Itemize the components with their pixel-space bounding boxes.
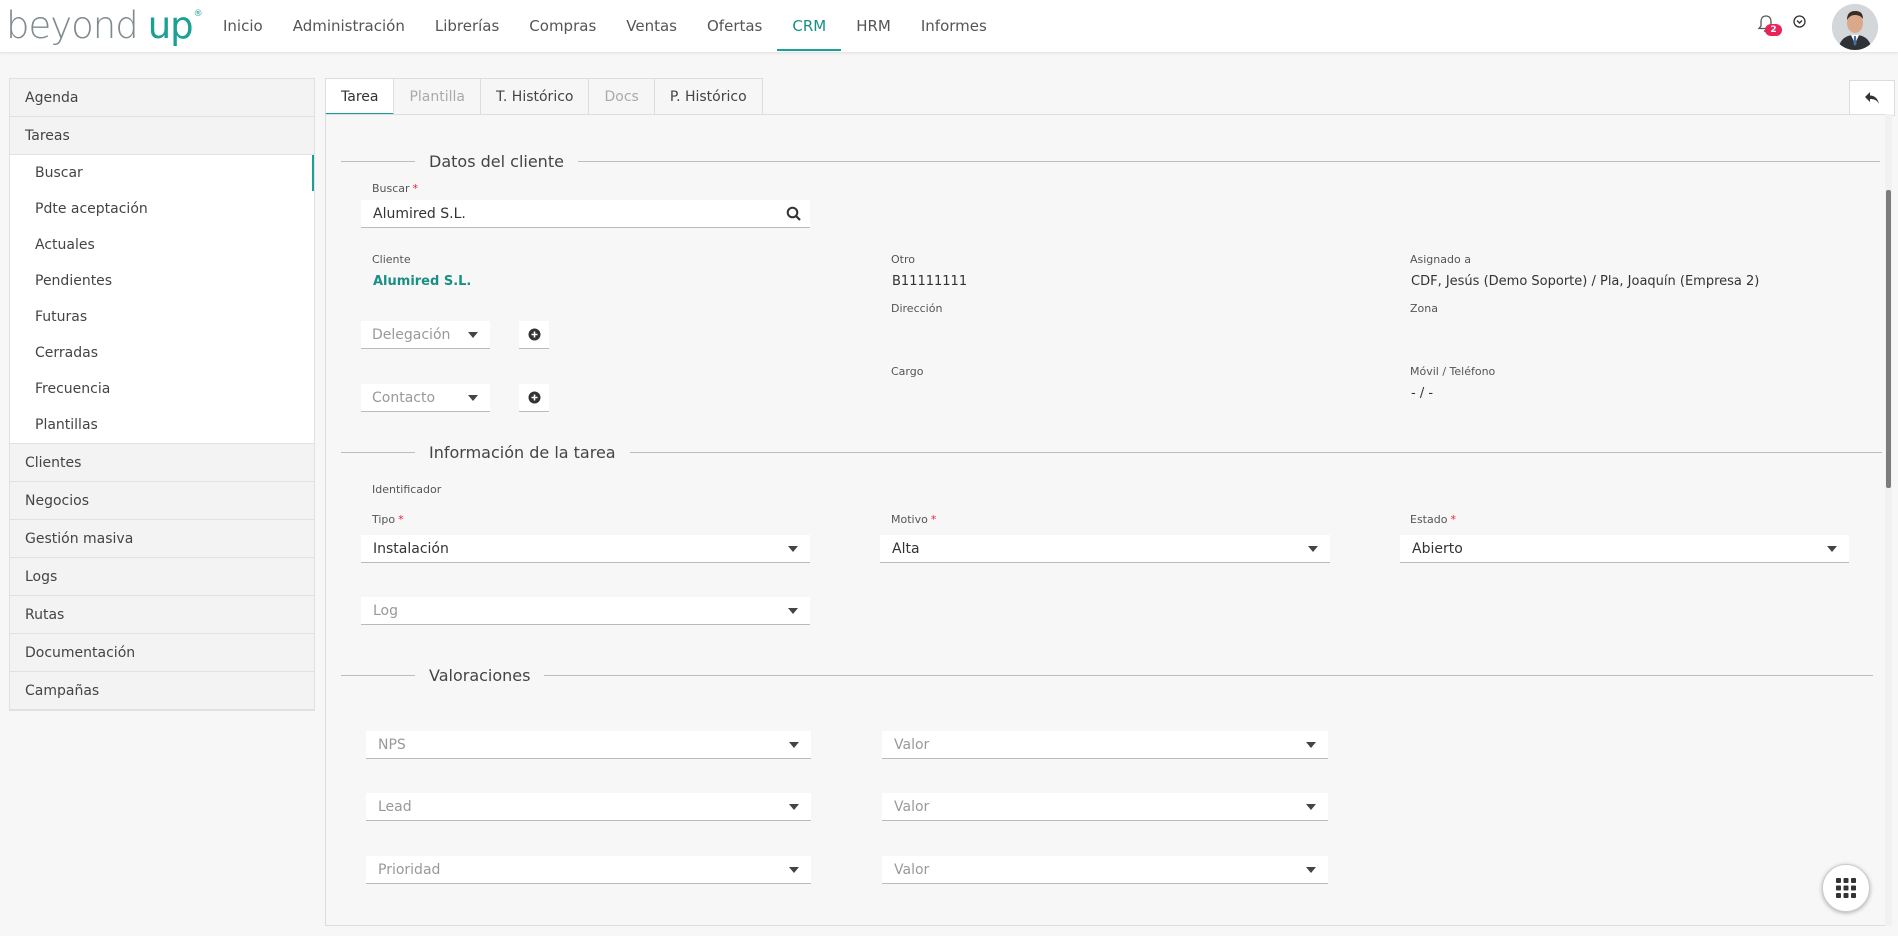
scrollbar-thumb[interactable]	[1886, 190, 1891, 488]
sidebar-section-agenda[interactable]: Agenda	[10, 79, 314, 117]
sidebar-section-logs[interactable]: Logs	[10, 558, 314, 596]
chevron-down-icon	[1306, 742, 1316, 748]
sidebar-item-pdte-aceptacion[interactable]: Pdte aceptación	[10, 191, 314, 227]
content-tabs: Tarea Plantilla T. Histórico Docs P. His…	[325, 78, 763, 115]
lead-select[interactable]: Lead	[366, 793, 811, 821]
nav-compras[interactable]: Compras	[514, 0, 611, 53]
delegacion-select[interactable]: Delegación	[361, 321, 490, 349]
logo[interactable]: beyond up ®	[6, 4, 203, 48]
sidebar-section-documentacion[interactable]: Documentación	[10, 634, 314, 672]
sidebar-section-clientes[interactable]: Clientes	[10, 444, 314, 482]
plus-circle-icon	[528, 328, 540, 341]
nav-ventas[interactable]: Ventas	[611, 0, 692, 53]
sidebar-item-plantillas[interactable]: Plantillas	[10, 407, 314, 443]
tab-plantilla[interactable]: Plantilla	[394, 78, 481, 115]
estado-label: Estado *	[1410, 513, 1456, 526]
section-datos-cliente: Datos del cliente	[341, 151, 1880, 171]
zona-label: Zona	[1410, 302, 1438, 315]
section-title: Información de la tarea	[429, 442, 616, 462]
log-select[interactable]: Log	[361, 597, 810, 625]
sidebar-section-campanas[interactable]: Campañas	[10, 672, 314, 710]
chevron-down-icon	[789, 742, 799, 748]
motivo-label: Motivo *	[891, 513, 937, 526]
sidebar-section-negocios[interactable]: Negocios	[10, 482, 314, 520]
chevron-down-icon	[1827, 546, 1837, 552]
sidebar-item-frecuencia[interactable]: Frecuencia	[10, 371, 314, 407]
lead-valor-select[interactable]: Valor	[882, 793, 1328, 821]
tipo-label: Tipo *	[372, 513, 404, 526]
sidebar: Agenda Tareas Buscar Pdte aceptación Act…	[9, 78, 315, 711]
apps-grid-icon	[1836, 878, 1856, 898]
tipo-select[interactable]: Instalación	[361, 535, 810, 563]
chevron-down-icon	[1306, 804, 1316, 810]
tab-tarea[interactable]: Tarea	[325, 78, 395, 115]
section-valoraciones: Valoraciones	[341, 665, 1874, 685]
sidebar-item-futuras[interactable]: Futuras	[10, 299, 314, 335]
otro-label: Otro	[891, 253, 915, 266]
chevron-down-icon	[468, 395, 478, 401]
notification-badge: 2	[1765, 24, 1782, 36]
tab-p-historico[interactable]: P. Histórico	[654, 78, 763, 115]
search-icon[interactable]	[786, 206, 802, 222]
sidebar-item-buscar[interactable]: Buscar	[10, 155, 314, 191]
section-title: Valoraciones	[429, 665, 531, 685]
avatar[interactable]	[1832, 4, 1878, 50]
contacto-select[interactable]: Contacto	[361, 384, 490, 412]
top-bar: beyond up ® Inicio Administración Librer…	[0, 0, 1898, 53]
sidebar-section-gestion-masiva[interactable]: Gestión masiva	[10, 520, 314, 558]
nav-informes[interactable]: Informes	[906, 0, 1002, 53]
apps-menu-button[interactable]	[1822, 864, 1870, 912]
sidebar-tareas-submenu: Buscar Pdte aceptación Actuales Pendient…	[10, 155, 314, 444]
sidebar-item-actuales[interactable]: Actuales	[10, 227, 314, 263]
cargo-label: Cargo	[891, 365, 924, 378]
nav-librerias[interactable]: Librerías	[420, 0, 514, 53]
chevron-down-icon	[788, 608, 798, 614]
nav-hrm[interactable]: HRM	[841, 0, 906, 53]
sidebar-section-tareas[interactable]: Tareas	[10, 117, 314, 155]
sidebar-section-rutas[interactable]: Rutas	[10, 596, 314, 634]
asignado-value: CDF, Jesús (Demo Soporte) / Pla, Joaquín…	[1411, 274, 1760, 289]
avatar-photo-icon	[1832, 4, 1878, 50]
buscar-label: Buscar *	[372, 182, 419, 195]
chevron-down-icon	[1308, 546, 1318, 552]
tab-docs[interactable]: Docs	[589, 78, 655, 115]
sidebar-item-cerradas[interactable]: Cerradas	[10, 335, 314, 371]
section-informacion-tarea: Información de la tarea	[341, 442, 1882, 462]
chevron-down-icon	[468, 332, 478, 338]
asignado-label: Asignado a	[1410, 253, 1471, 266]
cliente-label: Cliente	[372, 253, 411, 266]
add-contacto-button[interactable]	[519, 384, 549, 412]
main-nav: Inicio Administración Librerías Compras …	[208, 0, 1002, 53]
plus-circle-icon	[528, 391, 540, 404]
cliente-value[interactable]: Alumired S.L.	[373, 274, 471, 289]
back-button[interactable]	[1849, 80, 1895, 116]
section-title: Datos del cliente	[429, 151, 564, 171]
otro-value: B11111111	[892, 274, 968, 289]
sidebar-item-pendientes[interactable]: Pendientes	[10, 263, 314, 299]
tab-t-historico[interactable]: T. Histórico	[481, 78, 590, 115]
chevron-circle-icon[interactable]	[1793, 15, 1806, 28]
chevron-down-icon	[789, 804, 799, 810]
estado-select[interactable]: Abierto	[1400, 535, 1849, 563]
chevron-down-icon	[1306, 867, 1316, 873]
back-arrow-icon	[1865, 92, 1879, 104]
movil-label: Móvil / Teléfono	[1410, 365, 1496, 378]
nav-crm[interactable]: CRM	[777, 0, 842, 53]
direccion-label: Dirección	[891, 302, 943, 315]
prioridad-select[interactable]: Prioridad	[366, 856, 811, 884]
prioridad-valor-select[interactable]: Valor	[882, 856, 1328, 884]
nav-administracion[interactable]: Administración	[278, 0, 420, 53]
nps-valor-select[interactable]: Valor	[882, 731, 1328, 759]
nav-ofertas[interactable]: Ofertas	[692, 0, 777, 53]
add-delegacion-button[interactable]	[519, 321, 549, 349]
motivo-select[interactable]: Alta	[880, 535, 1330, 563]
chevron-down-icon	[788, 546, 798, 552]
movil-value: - / -	[1411, 386, 1434, 401]
nps-select[interactable]: NPS	[366, 731, 811, 759]
chevron-down-icon	[789, 867, 799, 873]
identificador-label: Identificador	[372, 483, 442, 496]
buscar-input[interactable]: Alumired S.L.	[361, 200, 810, 228]
nav-inicio[interactable]: Inicio	[208, 0, 278, 53]
